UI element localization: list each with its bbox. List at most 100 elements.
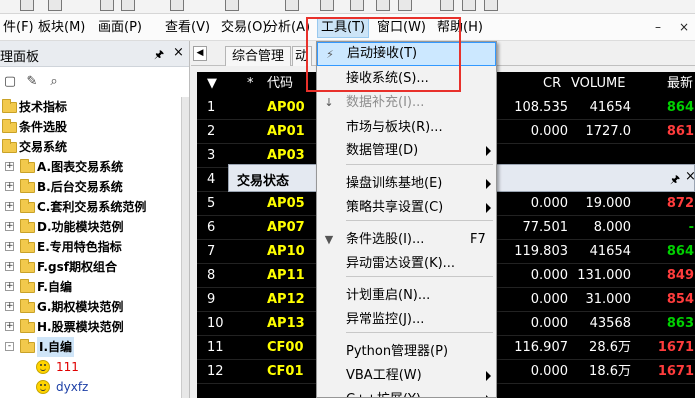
menu-item-market-sector[interactable]: 市场与板块(R)... <box>317 116 496 140</box>
menu-window[interactable]: 窗口(W) <box>374 18 429 38</box>
menu-item-data-supplement[interactable]: ↓ 数据补充(I)... <box>317 91 496 115</box>
gear-icon[interactable] <box>398 0 412 11</box>
toolbar-icon[interactable] <box>20 0 34 11</box>
tree-item[interactable]: + B.后台交易系统 <box>0 177 189 197</box>
pin-icon[interactable]: 🖈 <box>670 171 680 190</box>
tree-item[interactable]: + F.gsf期权组合 <box>0 257 189 277</box>
expand-icon[interactable]: + <box>5 322 14 331</box>
menu-view[interactable]: 查看(V) <box>162 18 213 38</box>
menu-separator <box>346 332 493 333</box>
header-cr[interactable]: CR <box>543 72 561 96</box>
tree-item[interactable]: 交易系统 <box>0 137 189 157</box>
tree-item[interactable]: 111 <box>0 357 189 377</box>
menu-item-radar-settings[interactable]: 异动雷达设置(K)... <box>317 252 496 276</box>
menu-sector[interactable]: 板块(M) <box>35 18 88 38</box>
menu-item-scheduled-restart[interactable]: 计划重启(N)... <box>317 284 496 308</box>
header-star[interactable]: * <box>247 72 254 96</box>
tab-partial[interactable]: 动 <box>292 46 312 66</box>
expand-icon[interactable]: + <box>5 222 14 231</box>
menu-item-data-management[interactable]: 数据管理(D) <box>317 139 496 163</box>
plug-icon: ⚡ <box>326 48 334 61</box>
tree-item[interactable]: + C.套利交易系统范例 <box>0 197 189 217</box>
tree-item-label: 交易系统 <box>19 140 68 154</box>
row-number: 12 <box>207 364 224 379</box>
menu-item-strategy-share[interactable]: 策略共享设置(C) <box>317 196 496 220</box>
row-cr: 119.803 <box>514 244 568 259</box>
toolbar-icon[interactable] <box>376 0 390 11</box>
expand-icon[interactable]: + <box>5 242 14 251</box>
menu-item-receive-system[interactable]: 接收系统(S)... <box>317 67 496 91</box>
menu-item-python-manager[interactable]: Python管理器(P) <box>317 340 496 364</box>
row-volume: 19.000 <box>585 196 632 211</box>
menu-separator <box>346 276 493 277</box>
tree-item[interactable]: - I.自编 <box>0 337 189 357</box>
row-number: 1 <box>207 100 216 115</box>
tab-scroll-left-button[interactable]: ◀ <box>193 46 207 61</box>
toolbar-icon[interactable] <box>285 0 299 11</box>
folder-icon <box>2 119 17 133</box>
close-icon[interactable]: × <box>685 169 695 184</box>
close-icon[interactable]: × <box>676 18 692 36</box>
tree-item[interactable]: + E.专用特色指标 <box>0 237 189 257</box>
menu-screen[interactable]: 画面(P) <box>95 18 145 38</box>
row-last: 1671 <box>657 364 694 379</box>
row-volume: 8.000 <box>593 220 631 235</box>
header-code[interactable]: 代码 <box>267 72 293 96</box>
menu-item-cpp-extension[interactable]: C++扩展(Y) <box>317 388 496 397</box>
toolbar-icon[interactable] <box>225 0 239 11</box>
menu-item-vba-project[interactable]: VBA工程(W) <box>317 364 496 388</box>
tree-item[interactable]: 技术指标 <box>0 97 189 117</box>
toolbar-icon[interactable] <box>121 0 135 11</box>
tree-item-label: E.专用特色指标 <box>37 240 122 254</box>
menu-tools[interactable]: 工具(T) <box>317 18 370 38</box>
expand-icon[interactable]: + <box>5 282 14 291</box>
tree-item-label: 技术指标 <box>19 100 68 114</box>
tree-item[interactable]: + H.股票模块范例 <box>0 317 189 337</box>
menu-item-stock-screener[interactable]: ▼ 条件选股(I)... F7 <box>317 228 496 252</box>
header-volume[interactable]: VOLUME <box>571 72 625 96</box>
row-cr: 0.000 <box>530 268 568 283</box>
vertical-scrollbar[interactable] <box>181 97 189 398</box>
folder-icon <box>20 159 35 173</box>
row-last: 861 <box>666 124 694 139</box>
sort-icon[interactable]: ▼ <box>207 72 217 96</box>
header-last[interactable]: 最新 <box>667 72 693 96</box>
tree-item[interactable]: + F.自编 <box>0 277 189 297</box>
search-icon[interactable]: ⌕ <box>46 74 62 90</box>
tab-overview[interactable]: 综合管理 <box>225 46 292 66</box>
minimize-icon[interactable]: – <box>650 18 666 36</box>
toolbar-icon[interactable] <box>48 0 62 11</box>
submenu-arrow-icon <box>486 371 491 381</box>
pin-icon[interactable]: 🖈 <box>154 46 164 65</box>
tree-item[interactable]: + A.图表交易系统 <box>0 157 189 177</box>
row-number: 11 <box>207 340 224 355</box>
menu-item-trading-base[interactable]: 操盘训练基地(E) <box>317 172 496 196</box>
expand-icon[interactable]: + <box>5 262 14 271</box>
menu-analysis[interactable]: 分析(A) <box>262 18 313 38</box>
close-icon[interactable]: × <box>173 45 184 60</box>
menu-file[interactable]: 件(F) <box>0 18 37 38</box>
tree-item[interactable]: + D.功能模块范例 <box>0 217 189 237</box>
toolbar-icon[interactable] <box>170 0 184 11</box>
menu-help[interactable]: 帮助(H) <box>434 18 486 38</box>
toolbar-icon[interactable] <box>484 0 498 11</box>
tree-item[interactable]: 条件选股 <box>0 117 189 137</box>
expand-icon[interactable]: + <box>5 302 14 311</box>
expand-icon[interactable]: + <box>5 182 14 191</box>
new-file-icon[interactable]: ▢ <box>2 74 18 90</box>
collapse-icon[interactable]: - <box>5 342 14 351</box>
tree-item[interactable]: dyxfz <box>0 377 189 397</box>
menu-item-exception-monitor[interactable]: 异常监控(J)... <box>317 308 496 332</box>
toolbar-icon[interactable] <box>100 0 114 11</box>
toolbar-icon[interactable] <box>320 0 334 11</box>
expand-icon[interactable]: + <box>5 162 14 171</box>
folder-icon <box>20 279 35 293</box>
tree-item-label: H.股票模块范例 <box>37 320 124 334</box>
cursor-icon[interactable] <box>440 0 454 11</box>
toolbar-icon[interactable] <box>462 0 476 11</box>
tree-item[interactable]: + G.期权模块范例 <box>0 297 189 317</box>
menu-item-start-receive[interactable]: ⚡ 启动接收(T) <box>317 42 496 66</box>
expand-icon[interactable]: + <box>5 202 14 211</box>
edit-icon[interactable]: ✎ <box>24 74 40 90</box>
search-icon[interactable] <box>350 0 364 11</box>
